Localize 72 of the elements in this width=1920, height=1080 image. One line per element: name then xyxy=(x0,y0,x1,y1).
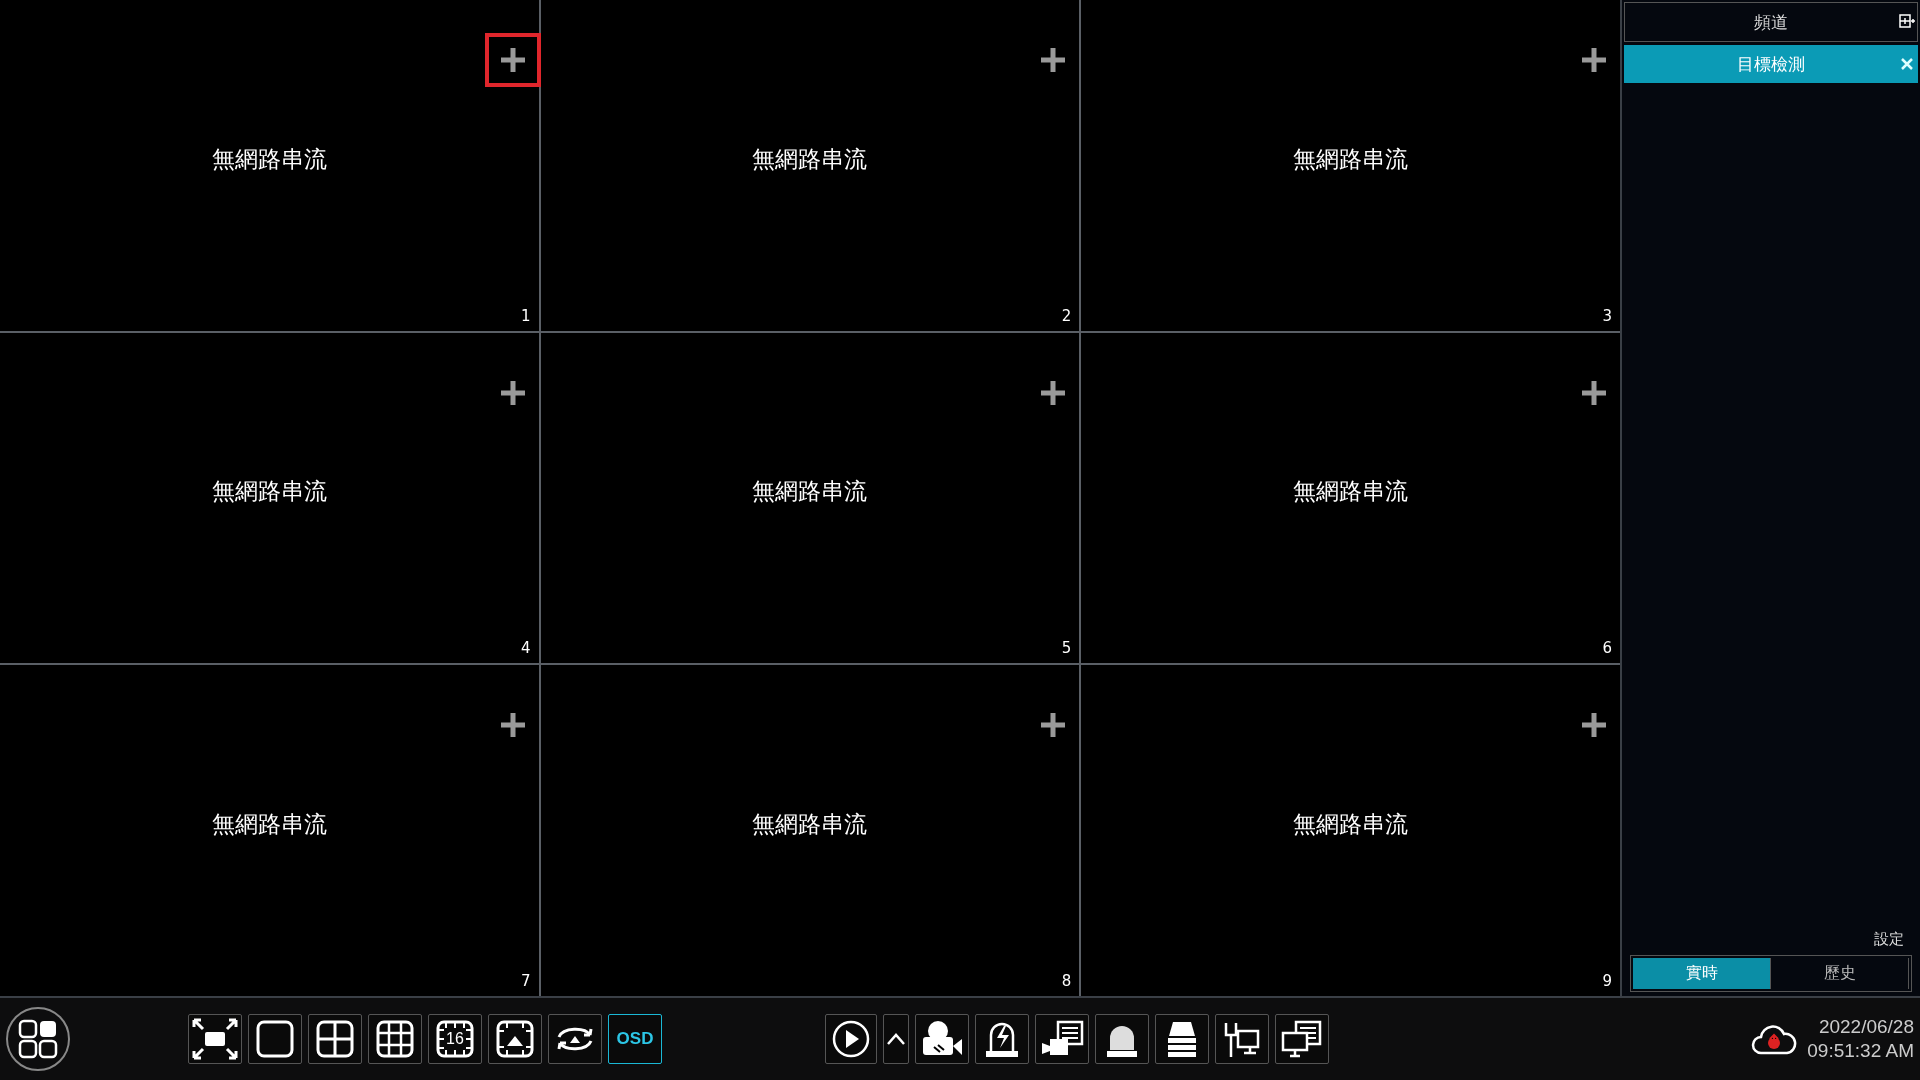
osd-button[interactable]: OSD xyxy=(608,1014,662,1064)
single-view-icon xyxy=(256,1020,294,1058)
monitor-button[interactable] xyxy=(1275,1014,1330,1064)
no-stream-text: 無網路串流 xyxy=(211,477,327,507)
no-stream-text: 無網路串流 xyxy=(1293,144,1409,174)
add-panel-icon[interactable] xyxy=(1899,14,1915,28)
layout-button[interactable] xyxy=(368,1014,422,1064)
settings-link[interactable]: 設定 xyxy=(1874,930,1904,949)
alarm-button[interactable] xyxy=(975,1014,1030,1064)
siren-button[interactable] xyxy=(1095,1014,1150,1064)
close-icon[interactable] xyxy=(1900,57,1914,71)
record-button[interactable] xyxy=(915,1014,970,1064)
layout-button[interactable] xyxy=(548,1014,602,1064)
channel-number: 2 xyxy=(1061,306,1072,325)
tab[interactable]: 歷史 xyxy=(1771,958,1909,989)
tab-title: 目標檢測 xyxy=(1737,52,1805,76)
play-icon xyxy=(831,1019,872,1059)
add-icon[interactable] xyxy=(1041,380,1066,405)
menu-button[interactable] xyxy=(6,1007,70,1071)
fullscreen-icon xyxy=(192,1018,238,1060)
sidebar-title: 頻道 xyxy=(1754,10,1788,34)
channel-number: 1 xyxy=(521,306,531,325)
add-icon[interactable] xyxy=(500,380,525,405)
caret-icon xyxy=(886,1032,907,1046)
video-tile[interactable]: 無網路串流 9 xyxy=(1081,665,1620,996)
no-stream-text: 無網路串流 xyxy=(752,144,868,174)
video-tile[interactable]: 無網路串流 2 xyxy=(540,0,1080,331)
add-icon[interactable] xyxy=(1582,713,1606,738)
play-button[interactable] xyxy=(825,1014,878,1064)
add-icon[interactable] xyxy=(1582,380,1606,405)
layout-arrow-icon xyxy=(496,1020,534,1058)
channel-number: 5 xyxy=(1061,639,1072,658)
date-text: 2022/06/28 xyxy=(1818,1016,1914,1038)
channel-number: 6 xyxy=(1602,639,1612,658)
tab[interactable]: 實時 xyxy=(1633,958,1771,989)
network-button[interactable] xyxy=(1215,1014,1270,1064)
channel-number: 4 xyxy=(521,639,531,658)
channel-number: 9 xyxy=(1602,972,1612,990)
layout-button[interactable] xyxy=(488,1014,542,1064)
no-stream-text: 無網路串流 xyxy=(211,144,327,174)
add-icon[interactable] xyxy=(1582,48,1606,72)
video-tile[interactable]: 無網路串流 8 xyxy=(540,665,1080,996)
no-stream-text: 無網路串流 xyxy=(1293,810,1409,840)
channel-number: 8 xyxy=(1061,972,1072,990)
add-icon[interactable] xyxy=(1041,713,1066,738)
no-stream-text: 無網路串流 xyxy=(1293,477,1409,507)
camera-list-button[interactable] xyxy=(1035,1014,1090,1064)
video-tile[interactable]: 無網路串流 3 xyxy=(1081,0,1620,331)
channel-number: 3 xyxy=(1602,306,1612,325)
add-icon[interactable] xyxy=(500,713,525,738)
no-stream-text: 無網路串流 xyxy=(752,810,868,840)
layout-button[interactable] xyxy=(308,1014,362,1064)
time-text: 09:51:32 AM xyxy=(1807,1040,1914,1062)
video-tile[interactable]: 無網路串流 4 xyxy=(0,332,539,664)
sixteen-view-icon: 16 xyxy=(436,1020,474,1058)
no-stream-text: 無網路串流 xyxy=(211,810,327,840)
video-tile[interactable]: 無網路串流 1 xyxy=(0,0,539,331)
disk-button[interactable] xyxy=(1155,1014,1210,1064)
expand-button[interactable] xyxy=(883,1014,910,1064)
quad-view-icon xyxy=(316,1020,354,1058)
video-tile[interactable]: 無網路串流 7 xyxy=(0,665,539,996)
add-icon[interactable] xyxy=(1041,48,1066,72)
grid-icon xyxy=(18,1019,58,1059)
add-icon[interactable] xyxy=(500,48,525,72)
video-tile[interactable]: 無網路串流 6 xyxy=(1081,332,1620,664)
layout-button[interactable] xyxy=(248,1014,302,1064)
nine-view-icon xyxy=(376,1020,414,1058)
layout-button[interactable] xyxy=(188,1014,242,1064)
layout-button[interactable]: 16 xyxy=(428,1014,482,1064)
no-stream-text: 無網路串流 xyxy=(752,477,868,507)
video-tile[interactable]: 無網路串流 5 xyxy=(540,332,1080,664)
channel-number: 7 xyxy=(521,972,531,990)
